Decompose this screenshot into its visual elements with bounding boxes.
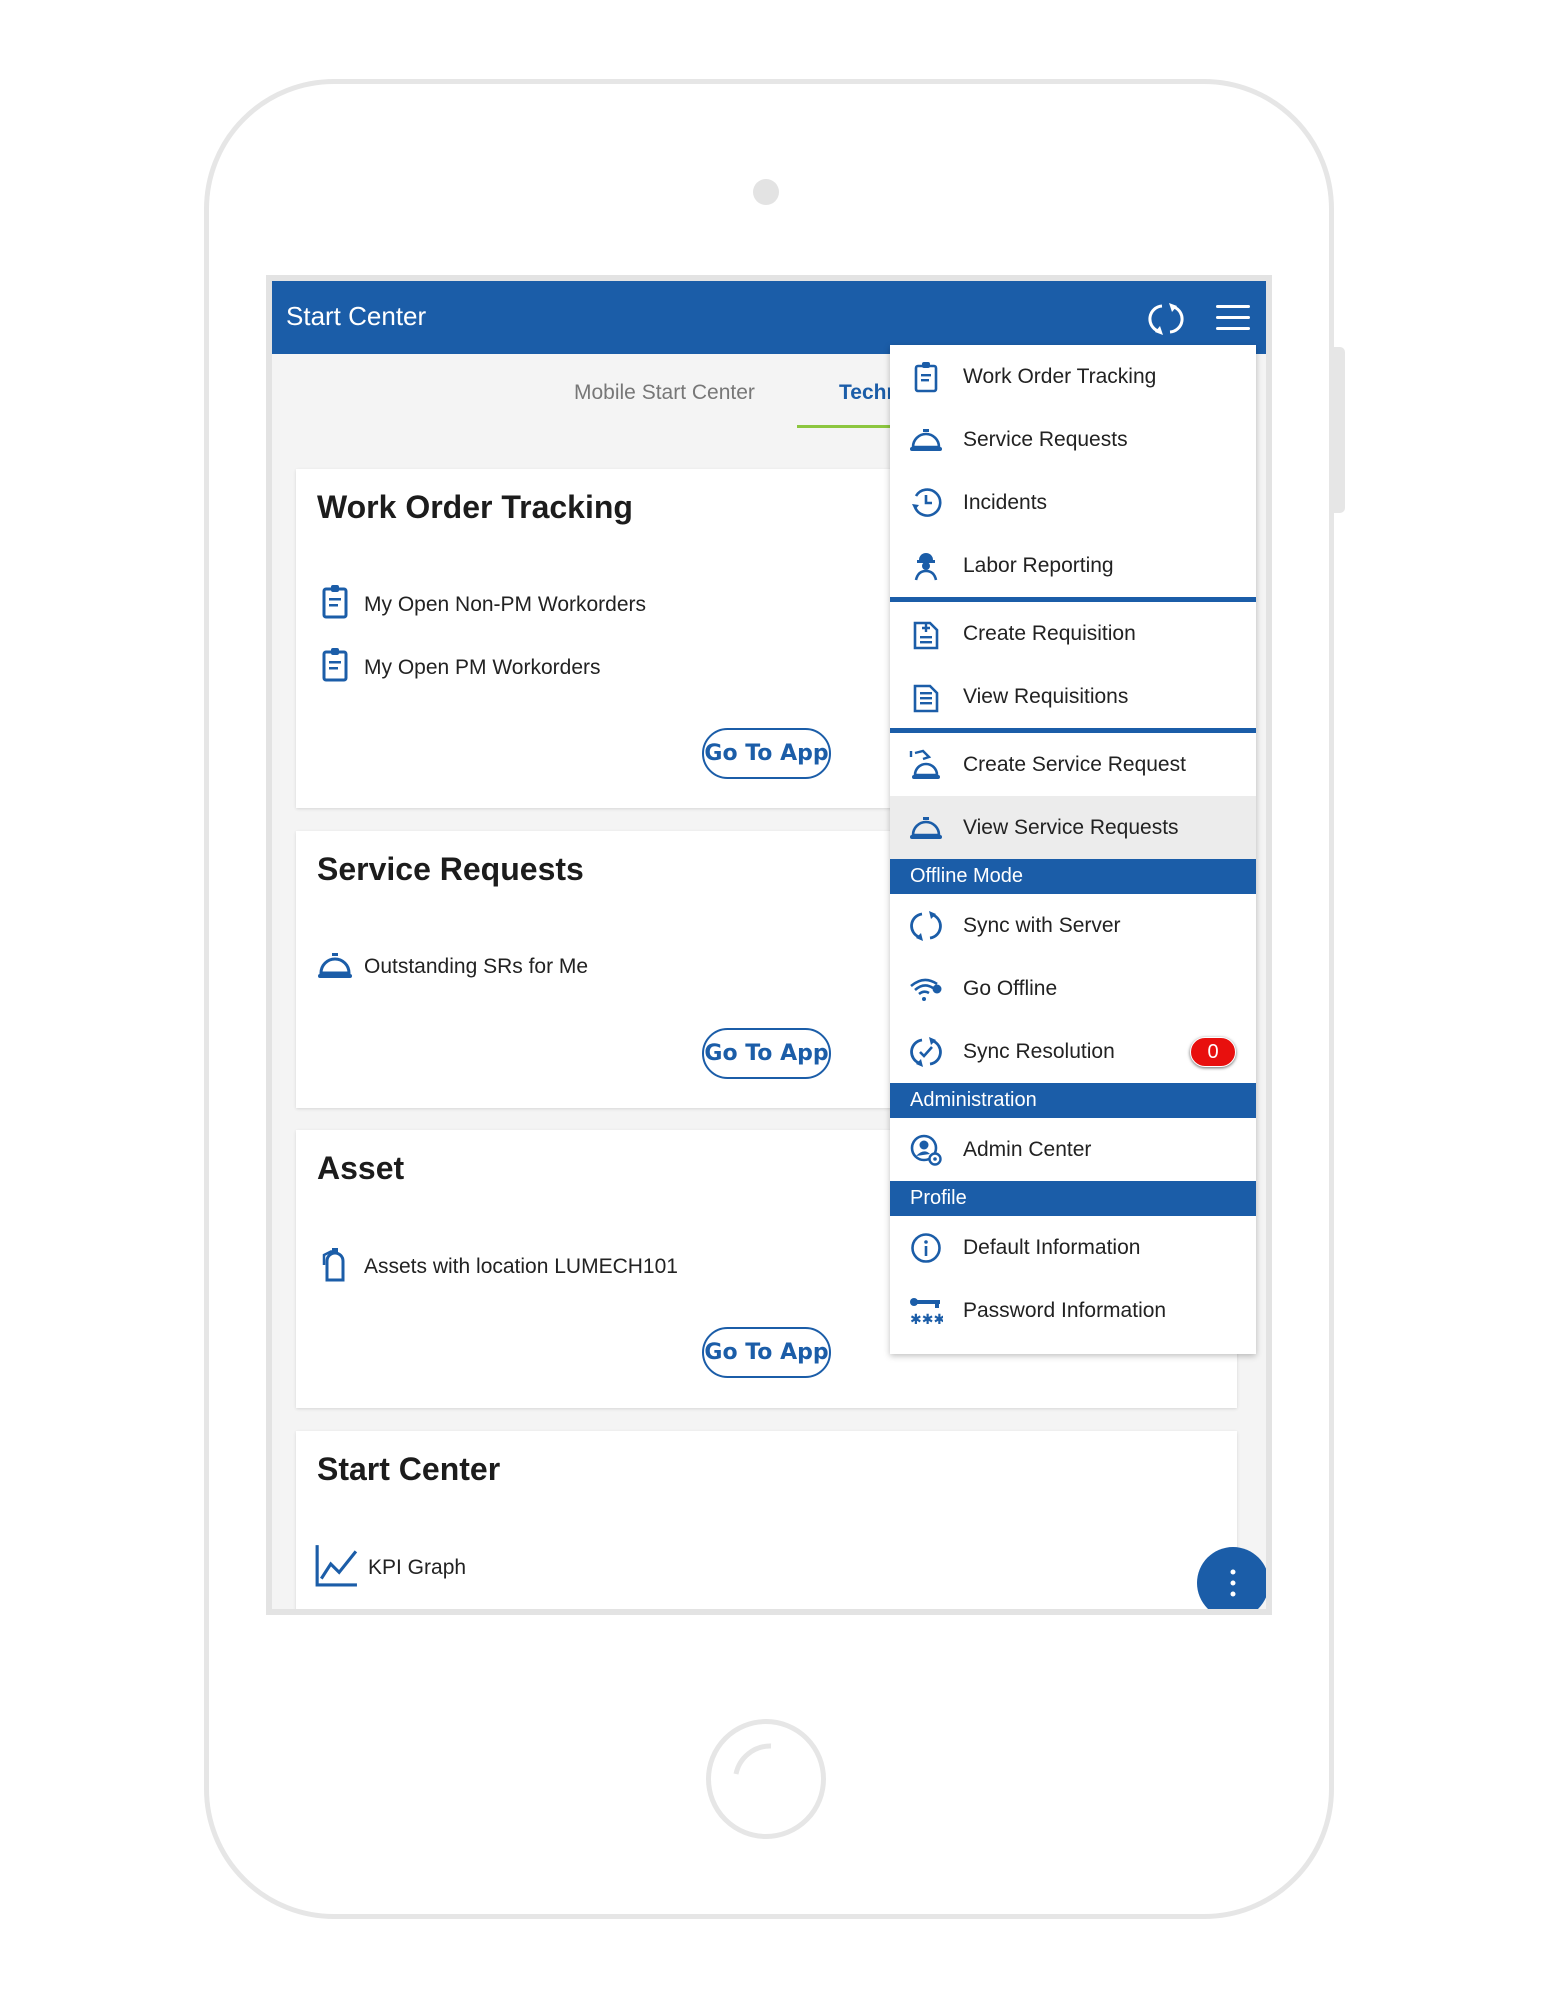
- user-gear-icon: [909, 1133, 943, 1167]
- go-to-app-button[interactable]: Go To App: [702, 728, 831, 779]
- menu-item-password-information[interactable]: ✱✱✱ Password Information: [890, 1279, 1256, 1342]
- svg-text:✱✱✱: ✱✱✱: [910, 1312, 943, 1325]
- menu-item-view-service-requests[interactable]: View Service Requests: [890, 796, 1256, 859]
- hamburger-icon: [1216, 305, 1250, 330]
- menu-item-go-offline[interactable]: Go Offline: [890, 957, 1256, 1020]
- menu-item-label: View Service Requests: [963, 815, 1179, 839]
- active-tab-indicator: [797, 425, 892, 428]
- menu-item-label: Create Service Request: [963, 752, 1186, 776]
- page-title: Start Center: [286, 301, 427, 331]
- sync-count-badge: 0: [1190, 1037, 1236, 1067]
- doc-plus-icon: [909, 617, 943, 651]
- fire-extinguisher-icon: [316, 1245, 354, 1289]
- menu-item-label: Go Offline: [963, 976, 1058, 1000]
- more-actions-button[interactable]: [1197, 1547, 1266, 1609]
- go-to-app-button[interactable]: Go To App: [702, 1327, 831, 1378]
- list-item[interactable]: My Open Non-PM Workorders: [316, 583, 646, 627]
- clipboard-icon: [909, 360, 943, 394]
- sync-icon: [909, 909, 943, 943]
- clipboard-icon: [316, 646, 354, 690]
- sync-icon: [1148, 303, 1184, 335]
- card-title: Start Center: [317, 1451, 501, 1487]
- app-header: Start Center: [272, 281, 1266, 354]
- info-icon: [909, 1231, 943, 1265]
- history-icon: [909, 486, 943, 520]
- menu-item-work-order-tracking[interactable]: Work Order Tracking: [890, 345, 1256, 408]
- list-item[interactable]: KPI Graph: [314, 1543, 466, 1593]
- sync-button[interactable]: [1148, 301, 1184, 342]
- bell-hand-icon: [909, 748, 943, 782]
- clipboard-icon: [316, 583, 354, 627]
- list-item-label: KPI Graph: [368, 1556, 467, 1579]
- menu-item-label: Service Requests: [963, 427, 1128, 451]
- menu-item-default-information[interactable]: Default Information: [890, 1216, 1256, 1279]
- menu-item-label: Admin Center: [963, 1137, 1092, 1161]
- menu-item-label: Labor Reporting: [963, 553, 1114, 577]
- home-button-arc-icon: [733, 1743, 772, 1775]
- list-item[interactable]: Outstanding SRs for Me: [316, 945, 588, 989]
- hamburger-menu-button[interactable]: [1216, 303, 1250, 338]
- menu-item-label: Incidents: [963, 490, 1048, 514]
- menu-item-labor-reporting[interactable]: Labor Reporting: [890, 534, 1256, 597]
- list-item[interactable]: Assets with location LUMECH101: [316, 1245, 678, 1289]
- menu-item-label: Password Information: [963, 1298, 1167, 1322]
- menu-item-label: Create Requisition: [963, 621, 1136, 645]
- line-chart-icon: [314, 1543, 358, 1593]
- menu-item-label: Sync with Server: [963, 913, 1121, 937]
- go-to-app-button[interactable]: Go To App: [702, 1028, 831, 1079]
- menu-section-header: Administration: [890, 1083, 1256, 1118]
- menu-section-header: Profile: [890, 1181, 1256, 1216]
- card-title: Asset: [317, 1150, 405, 1186]
- menu-item-sync-with-server[interactable]: Sync with Server: [890, 894, 1256, 957]
- menu-item-create-service-request[interactable]: Create Service Request: [890, 733, 1256, 796]
- menu-item-label: Sync Resolution: [963, 1039, 1115, 1063]
- sync-check-icon: [909, 1035, 943, 1069]
- password-icon: ✱✱✱: [909, 1294, 943, 1328]
- menu-item-label: Default Information: [963, 1235, 1141, 1259]
- menu-item-label: View Requisitions: [963, 684, 1129, 708]
- worker-icon: [909, 549, 943, 583]
- menu-section-header: Offline Mode: [890, 859, 1256, 894]
- menu-item-view-requisitions[interactable]: View Requisitions: [890, 665, 1256, 728]
- card-title: Work Order Tracking: [317, 489, 633, 525]
- tablet-camera: [753, 179, 779, 205]
- menu-item-service-requests[interactable]: Service Requests: [890, 408, 1256, 471]
- card-title: Service Requests: [317, 851, 584, 887]
- home-button[interactable]: [706, 1719, 826, 1839]
- navigation-menu: Work Order Tracking Service Requests Incid…: [890, 345, 1256, 1354]
- tablet-side-button: [1334, 347, 1345, 513]
- bell-icon: [909, 811, 943, 845]
- menu-item-label: Work Order Tracking: [963, 364, 1157, 388]
- menu-item-create-requisition[interactable]: Create Requisition: [890, 602, 1256, 665]
- service-bell-icon: [316, 945, 354, 989]
- menu-item-incidents[interactable]: Incidents: [890, 471, 1256, 534]
- list-item-label: My Open Non-PM Workorders: [364, 593, 647, 616]
- more-vertical-icon: [1230, 1569, 1236, 1597]
- wifi-icon: [909, 972, 943, 1006]
- card-start-center: Start Center KPI Graph: [296, 1431, 1237, 1609]
- menu-item-sync-resolution[interactable]: Sync Resolution 0: [890, 1020, 1256, 1083]
- doc-list-icon: [909, 680, 943, 714]
- list-item-label: Assets with location LUMECH101: [364, 1255, 678, 1278]
- bell-icon: [909, 423, 943, 457]
- menu-item-admin-center[interactable]: Admin Center: [890, 1118, 1256, 1181]
- list-item-label: Outstanding SRs for Me: [364, 955, 589, 978]
- list-item-label: My Open PM Workorders: [364, 656, 601, 679]
- tab-mobile-start-center[interactable]: Mobile Start Center: [574, 381, 755, 405]
- list-item[interactable]: My Open PM Workorders: [316, 646, 601, 690]
- app-screen: Start Center Mobile Start Center Techn W…: [266, 275, 1272, 1615]
